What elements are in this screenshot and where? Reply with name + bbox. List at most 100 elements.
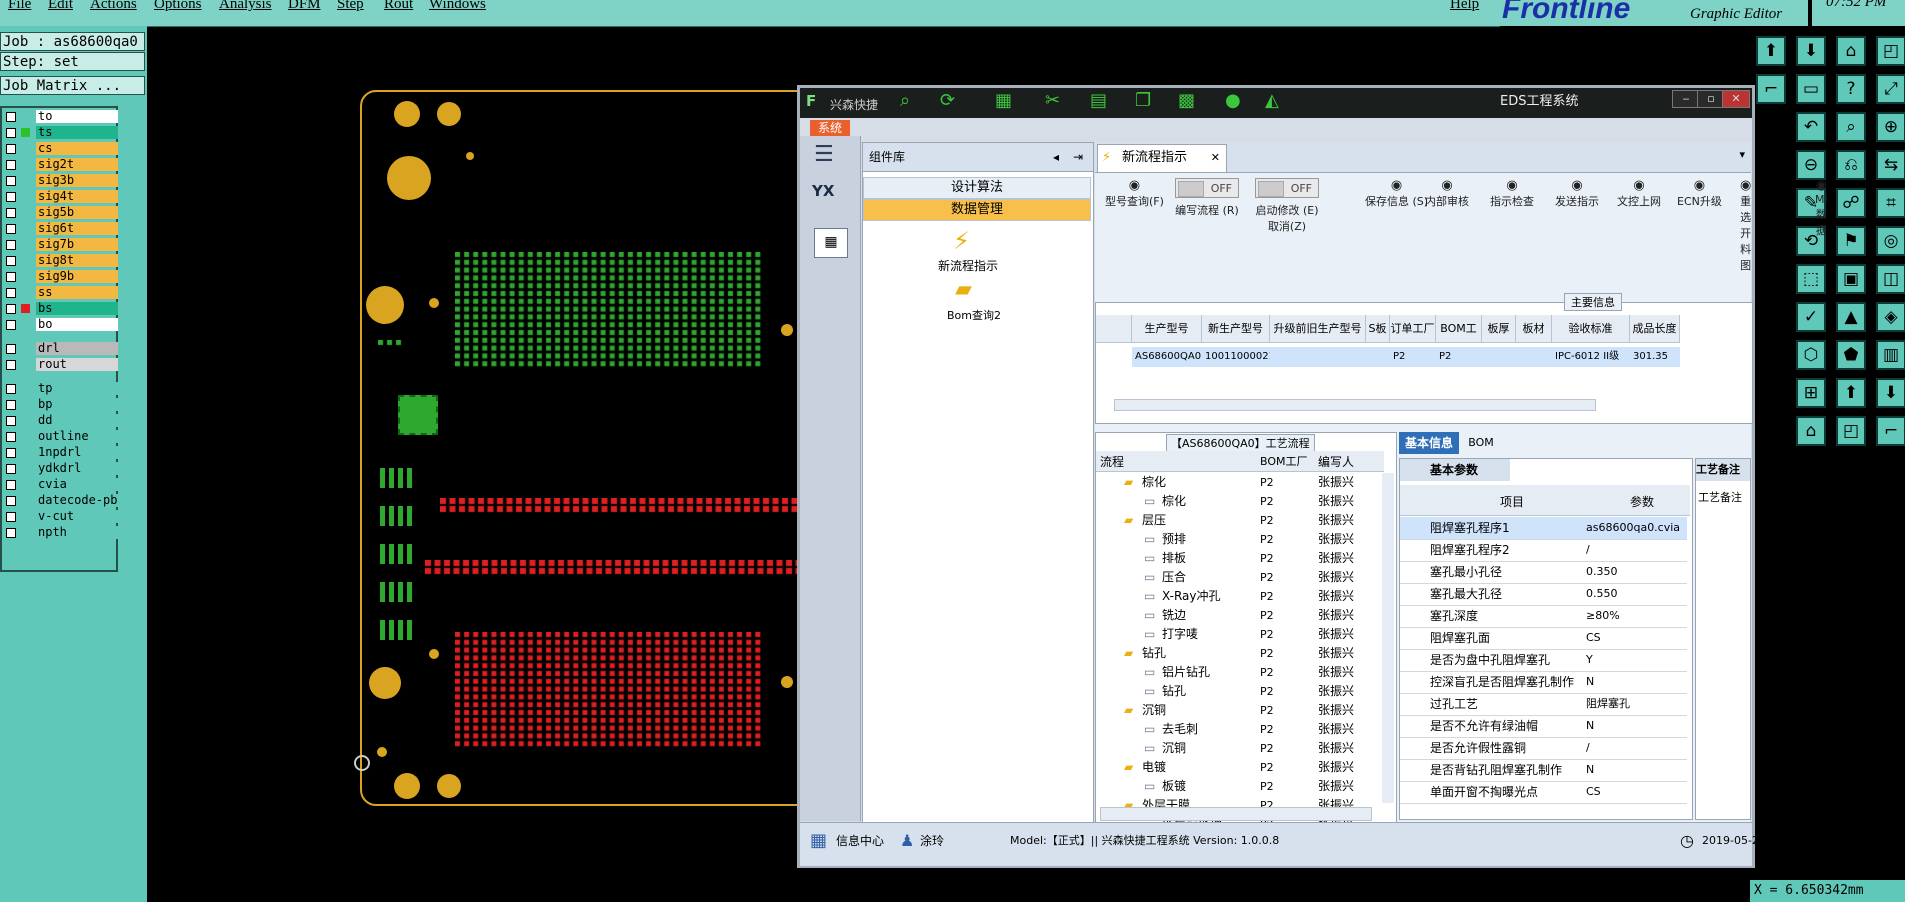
- tool-button[interactable]: ◰: [1876, 36, 1905, 66]
- chevron-down-icon[interactable]: ▾: [1739, 148, 1745, 161]
- layer-checkbox[interactable]: [6, 304, 16, 314]
- param-row[interactable]: 塞孔最小孔径 0.350: [1400, 561, 1687, 584]
- tree-row[interactable]: ▭ 铝片钻孔 P2 张振兴: [1096, 663, 1384, 682]
- tree-row[interactable]: ▭ 板镀 P2 张振兴: [1096, 777, 1384, 796]
- tool-button[interactable]: ⬚: [1796, 264, 1826, 294]
- layer-name[interactable]: sig4t: [36, 190, 118, 203]
- tool-button[interactable]: ▭: [1796, 74, 1826, 104]
- layer-row-sig9b[interactable]: sig9b: [4, 270, 118, 284]
- tool-button[interactable]: ◫: [1876, 264, 1905, 294]
- yx-logo[interactable]: YX: [812, 182, 848, 212]
- calculator-icon[interactable]: ▦: [814, 228, 848, 258]
- tool-button[interactable]: ⌂: [1796, 416, 1826, 446]
- tree-row[interactable]: ▰ 电镀 P2 张振兴: [1096, 758, 1384, 777]
- layer-row-bo[interactable]: bo: [4, 318, 118, 332]
- layer-name[interactable]: sig7b: [36, 238, 118, 251]
- param-row[interactable]: 阻焊塞孔程序2 /: [1400, 539, 1687, 562]
- grid-cell[interactable]: [1270, 347, 1366, 367]
- tool-9[interactable]: ◉ 重选开料图: [1740, 178, 1751, 273]
- layer-name[interactable]: cvia: [36, 478, 118, 491]
- layer-name[interactable]: ts: [36, 126, 118, 139]
- layer-row-bs[interactable]: bs: [4, 302, 118, 316]
- copy-icon[interactable]: ❐: [1135, 90, 1151, 111]
- tree-row[interactable]: ▰ 沉铜 P2 张振兴: [1096, 701, 1384, 720]
- param-row[interactable]: 塞孔最大孔径 0.550: [1400, 583, 1687, 606]
- toggle-switch[interactable]: OFF: [1255, 178, 1319, 198]
- close-button[interactable]: ✕: [1722, 90, 1750, 108]
- layer-row-outline[interactable]: outline: [4, 430, 118, 444]
- tool-button[interactable]: ⎌: [1836, 150, 1866, 180]
- tool-button[interactable]: ↶: [1796, 112, 1826, 142]
- param-value[interactable]: 阻焊塞孔: [1586, 693, 1630, 715]
- param-row[interactable]: 过孔工艺 阻焊塞孔: [1400, 693, 1687, 716]
- tab-system[interactable]: 系统: [810, 120, 850, 136]
- info-center-link[interactable]: 信息中心: [836, 823, 884, 859]
- param-row[interactable]: 单面开窗不掏曝光点 CS: [1400, 781, 1687, 804]
- tree-row[interactable]: ▰ 钻孔 P2 张振兴: [1096, 644, 1384, 663]
- layer-name[interactable]: to: [36, 110, 118, 123]
- menu-step[interactable]: Step: [337, 0, 364, 13]
- layer-checkbox[interactable]: [6, 208, 16, 218]
- tool-6[interactable]: ◉ 发送指示: [1555, 178, 1599, 209]
- tool-button[interactable]: ⊖: [1796, 150, 1826, 180]
- grid-cell[interactable]: [1366, 347, 1390, 367]
- tool-button[interactable]: ⤢: [1876, 74, 1905, 104]
- tool-2[interactable]: OFF 启动修改 (E) 取消(Z): [1255, 178, 1319, 234]
- tab-basic-info[interactable]: 基本信息: [1399, 432, 1459, 454]
- param-row[interactable]: 是否背钻孔阻焊塞孔制作 N: [1400, 759, 1687, 782]
- grid-cell[interactable]: [1516, 347, 1552, 367]
- layer-row-ss[interactable]: ss: [4, 286, 118, 300]
- tool-5[interactable]: ◉ 指示检查: [1490, 178, 1534, 209]
- tree-row[interactable]: ▭ 压合 P2 张振兴: [1096, 568, 1384, 587]
- layer-checkbox[interactable]: [6, 448, 16, 458]
- layer-name[interactable]: bs: [36, 302, 118, 315]
- param-row[interactable]: 控深盲孔是否阻焊塞孔制作 N: [1400, 671, 1687, 694]
- tool-button[interactable]: ⇆: [1876, 150, 1905, 180]
- layer-row-1npdrl[interactable]: 1npdrl: [4, 446, 118, 460]
- layer-row-drl[interactable]: drl: [4, 342, 118, 356]
- layer-name[interactable]: dd: [36, 414, 118, 427]
- tool-3[interactable]: ◉ 保存信息 (S): [1365, 178, 1428, 209]
- layer-checkbox[interactable]: [6, 384, 16, 394]
- layer-row-sig8t[interactable]: sig8t: [4, 254, 118, 268]
- layer-checkbox[interactable]: [6, 256, 16, 266]
- tool-button[interactable]: ✓: [1796, 302, 1826, 332]
- param-row[interactable]: 是否允许假性露铜 /: [1400, 737, 1687, 760]
- tree-row[interactable]: ▰ 棕化 P2 张振兴: [1096, 473, 1384, 492]
- layer-row-rout[interactable]: rout: [4, 358, 118, 372]
- layer-checkbox[interactable]: [6, 512, 16, 522]
- layer-row-dd[interactable]: dd: [4, 414, 118, 428]
- layer-checkbox[interactable]: [6, 240, 16, 250]
- layer-name[interactable]: v-cut: [36, 510, 118, 523]
- layer-row-sig3b[interactable]: sig3b: [4, 174, 118, 188]
- tool-button[interactable]: ⬇: [1876, 378, 1905, 408]
- tool-8[interactable]: ◉ ECN升级: [1677, 178, 1722, 209]
- folder-icon[interactable]: ▰: [955, 277, 972, 302]
- tab-bom[interactable]: BOM: [1461, 432, 1501, 454]
- param-value[interactable]: /: [1586, 539, 1590, 561]
- layer-name[interactable]: datecode-pb: [36, 494, 118, 507]
- tool-button[interactable]: ⬟: [1836, 340, 1866, 370]
- param-value[interactable]: 0.350: [1586, 561, 1618, 583]
- lightning-icon[interactable]: ⚡: [953, 227, 970, 255]
- tree-row[interactable]: ▭ 打字唛 P2 张振兴: [1096, 625, 1384, 644]
- layer-name[interactable]: drl: [36, 342, 118, 355]
- layer-checkbox[interactable]: [6, 432, 16, 442]
- layer-name[interactable]: bo: [36, 318, 118, 331]
- param-value[interactable]: N: [1586, 715, 1594, 737]
- layer-checkbox[interactable]: [6, 192, 16, 202]
- layer-row-sig7b[interactable]: sig7b: [4, 238, 118, 252]
- search-icon[interactable]: ⌕: [900, 90, 910, 111]
- app-bom-query[interactable]: Bom查询2: [947, 307, 1001, 323]
- param-value[interactable]: N: [1586, 759, 1594, 781]
- grid-cell[interactable]: P2: [1436, 347, 1482, 367]
- film-icon[interactable]: ▤: [1090, 90, 1107, 111]
- param-row[interactable]: 塞孔深度 ≥80%: [1400, 605, 1687, 628]
- collapse-left-icon[interactable]: ◂: [1053, 143, 1059, 171]
- menu-file[interactable]: File: [8, 0, 31, 13]
- horizontal-scrollbar[interactable]: [1114, 399, 1596, 411]
- tab-new-flow[interactable]: ⚡ 新流程指示 ✕: [1097, 144, 1227, 172]
- tool-button[interactable]: ⌐: [1876, 416, 1905, 446]
- flow-horizontal-scrollbar[interactable]: [1100, 807, 1372, 821]
- tool-0[interactable]: ◉ 型号查询(F): [1105, 178, 1164, 209]
